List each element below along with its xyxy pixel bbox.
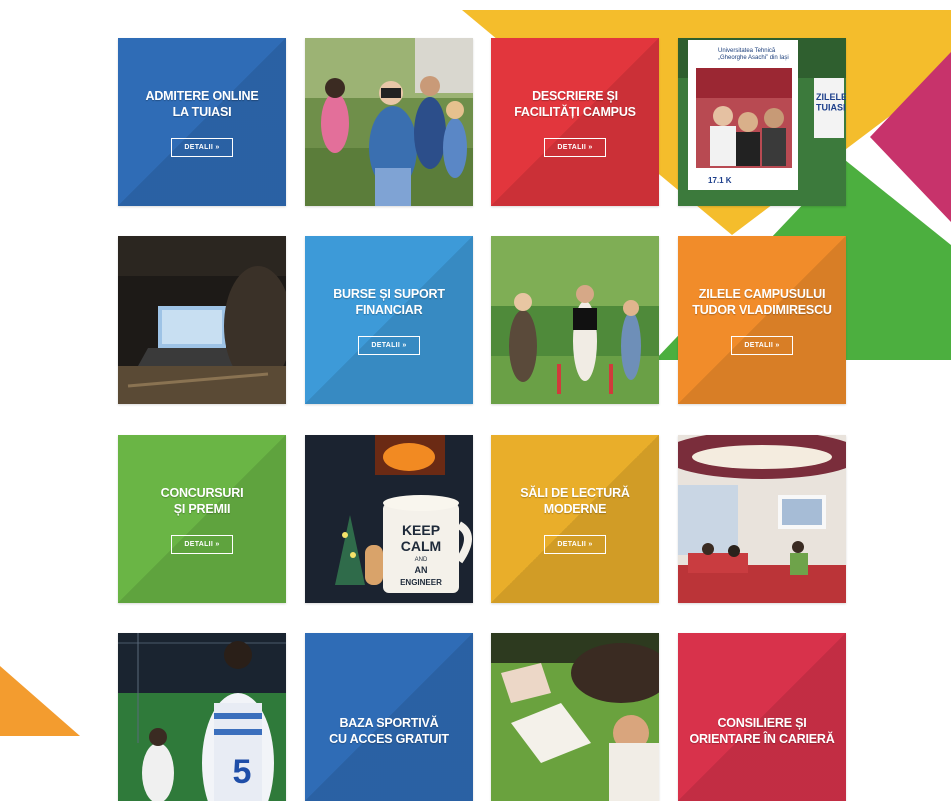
details-button[interactable]: DETALII » xyxy=(544,137,606,157)
photo-students-crowd[interactable] xyxy=(305,38,473,206)
tile-title: CONCURSURI ȘI PREMII xyxy=(160,485,244,516)
decorative-pink-triangle xyxy=(870,52,951,222)
frame-banner: ZILELE TUIASI xyxy=(816,92,846,112)
crowd-photo-illustration xyxy=(305,38,473,206)
tile-title: SĂLI DE LECTURĂ MODERNE xyxy=(520,485,630,516)
jersey-number: 5 xyxy=(233,753,252,791)
mug-keep: KEEP xyxy=(402,522,440,538)
photo-selfie-frame[interactable]: Universitatea Tehnică „Gheorghe Asachi” d… xyxy=(678,38,846,206)
decorative-orange-triangle xyxy=(0,666,80,736)
tile-baza-sportiva[interactable]: BAZA SPORTIVĂ CU ACCES GRATUIT xyxy=(305,633,473,801)
tile-descriere-campus[interactable]: DESCRIERE ȘI FACILITĂȚI CAMPUS DETALII » xyxy=(491,38,659,206)
frame-likes: 17.1 K xyxy=(708,176,732,185)
selfie-frame-photo-illustration: Universitatea Tehnică „Gheorghe Asachi” d… xyxy=(678,38,846,206)
tile-title: BAZA SPORTIVĂ CU ACCES GRATUIT xyxy=(329,716,449,746)
tile-title: ADMITERE ONLINE LA TUIASI xyxy=(145,88,259,119)
mug-and: AND xyxy=(415,557,428,563)
details-button[interactable]: DETALII » xyxy=(358,335,420,355)
football-photo-illustration: 5 xyxy=(118,633,286,801)
park-photo-illustration xyxy=(491,236,659,404)
tile-title: DESCRIERE ȘI FACILITĂȚI CAMPUS xyxy=(514,88,636,119)
photo-picnic[interactable] xyxy=(491,633,659,801)
details-button[interactable]: DETALII » xyxy=(544,534,606,554)
photo-reading-room[interactable] xyxy=(678,435,846,603)
mug-photo-illustration: KEEP CALM AND AN ENGINEER xyxy=(305,435,473,603)
photo-football-team[interactable]: 5 xyxy=(118,633,286,801)
tile-admitere-online[interactable]: ADMITERE ONLINE LA TUIASI DETALII » xyxy=(118,38,286,206)
tile-title: BURSE ȘI SUPORT FINANCIAR xyxy=(333,286,445,317)
details-button[interactable]: DETALII » xyxy=(171,534,233,554)
tile-concursuri-premii[interactable]: CONCURSURI ȘI PREMII DETALII » xyxy=(118,435,286,603)
photo-keep-calm-mug[interactable]: KEEP CALM AND AN ENGINEER xyxy=(305,435,473,603)
picnic-photo-illustration xyxy=(491,633,659,801)
tile-title: CONSILIERE ȘI ORIENTARE ÎN CARIERĂ xyxy=(689,716,835,746)
tile-title: ZILELE CAMPUSULUI TUDOR VLADIMIRESCU xyxy=(692,286,832,317)
details-button[interactable]: DETALII » xyxy=(731,335,793,355)
details-button[interactable]: DETALII » xyxy=(171,137,233,157)
tile-consiliere-cariera[interactable]: CONSILIERE ȘI ORIENTARE ÎN CARIERĂ xyxy=(678,633,846,801)
mug-calm: CALM xyxy=(401,538,441,554)
photo-laptop-lab[interactable] xyxy=(118,236,286,404)
reading-room-photo-illustration xyxy=(678,435,846,603)
photo-park-games[interactable] xyxy=(491,236,659,404)
tile-burse-suport[interactable]: BURSE ȘI SUPORT FINANCIAR DETALII » xyxy=(305,236,473,404)
tile-zilele-campusului[interactable]: ZILELE CAMPUSULUI TUDOR VLADIMIRESCU DET… xyxy=(678,236,846,404)
laptop-photo-illustration xyxy=(118,236,286,404)
mug-engineer: ENGINEER xyxy=(400,578,442,587)
tile-sali-lectura[interactable]: SĂLI DE LECTURĂ MODERNE DETALII » xyxy=(491,435,659,603)
mug-an: AN xyxy=(415,565,428,575)
